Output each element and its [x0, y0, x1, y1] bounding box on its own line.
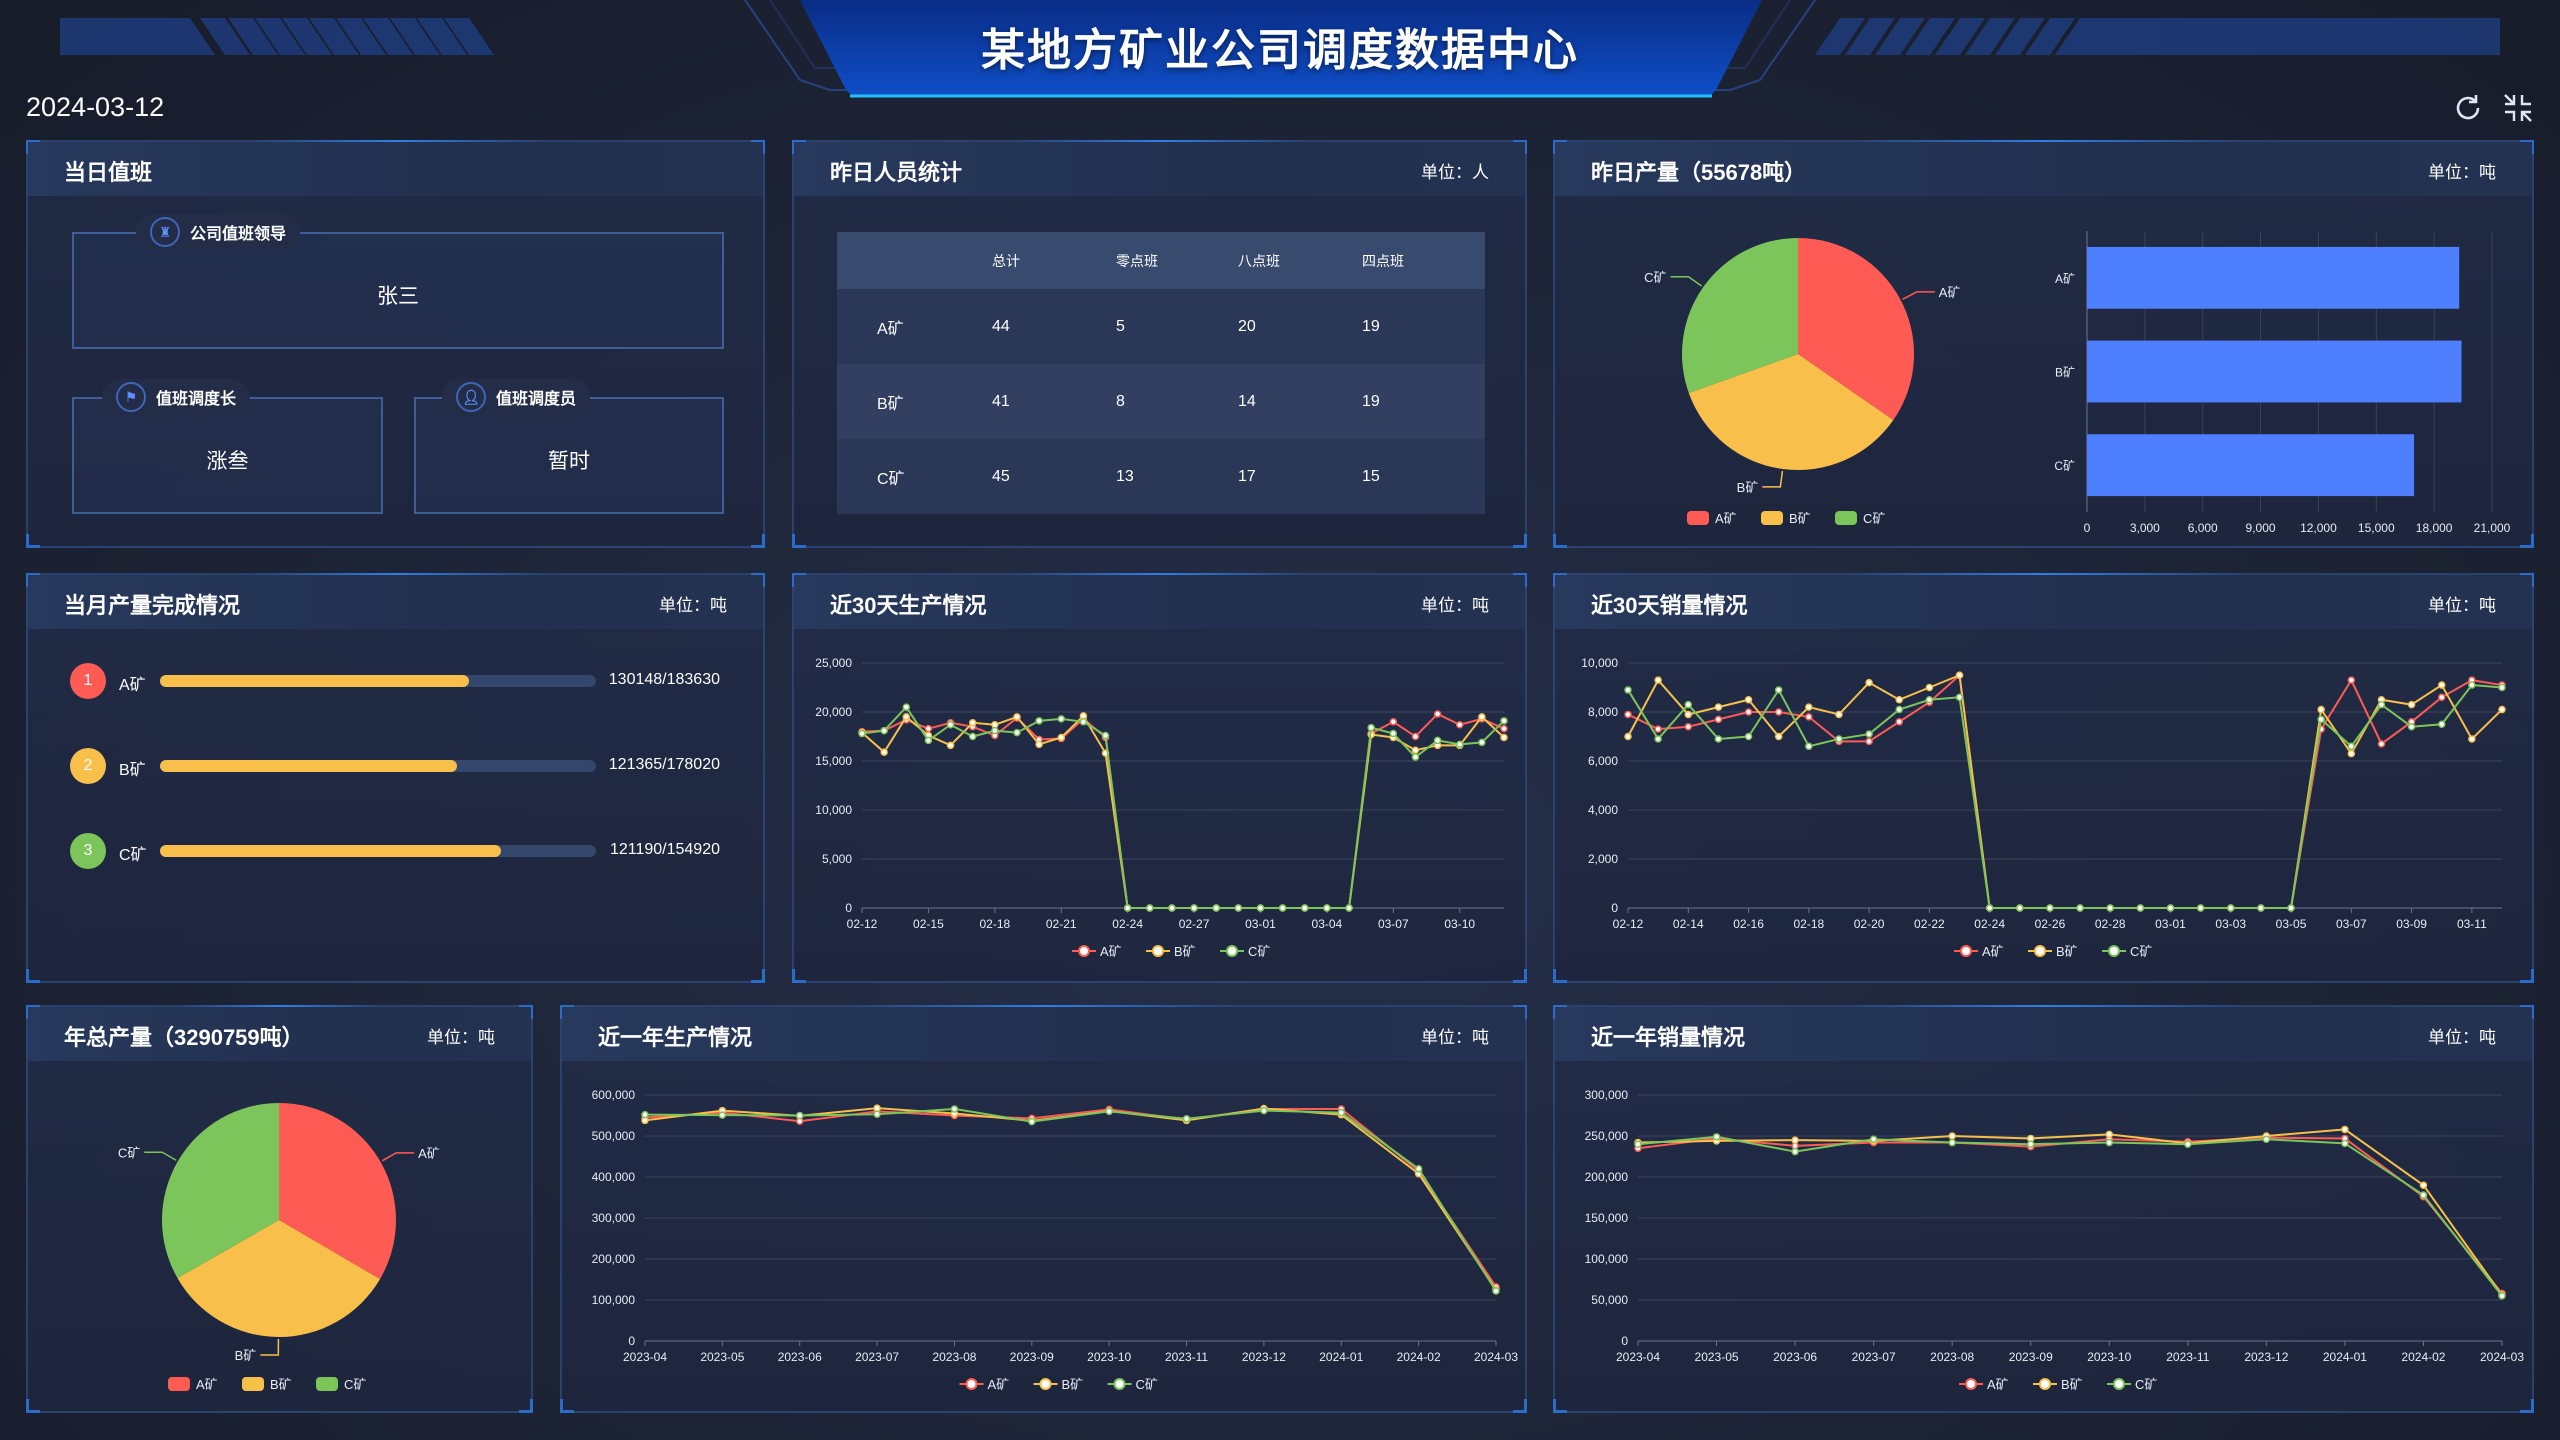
flag-icon: ⚑: [116, 382, 146, 412]
rank-badge: 2: [70, 748, 106, 784]
row-mine: C矿: [877, 470, 905, 488]
table-row: B矿 41 8 14 19: [837, 364, 1485, 439]
chief-label-text: 值班调度长: [156, 391, 237, 408]
table-header: 总计 零点班 八点班 四点班: [837, 232, 1485, 289]
unit-label: 单位：吨: [1421, 596, 1489, 615]
progress-bar: [160, 675, 596, 687]
panel-title: 近一年销量情况: [1591, 1025, 1746, 1050]
progress-row: 2 B矿 121365/178020: [28, 748, 763, 784]
progress-value: 121190/154920: [609, 841, 720, 858]
unit-label: 单位：吨: [2428, 596, 2496, 615]
mine-label: C矿: [119, 847, 147, 864]
progress-row: 1 A矿 130148/183630: [28, 663, 763, 699]
panel-title: 近30天销量情况: [1591, 593, 1748, 618]
progress-row: 3 C矿 121190/154920: [28, 833, 763, 869]
monthly-progress-panel: 当月产量完成情况 单位：吨 1 A矿 130148/183630 2 B矿 121…: [26, 573, 765, 983]
refresh-icon[interactable]: [2452, 92, 2484, 124]
unit-label: 单位：吨: [2428, 1028, 2496, 1047]
cell: 14: [1238, 392, 1256, 410]
cell: 15: [1362, 467, 1380, 485]
cell: 13: [1116, 467, 1134, 485]
cell: 45: [992, 467, 1010, 485]
unit-label: 单位：吨: [659, 596, 727, 615]
current-date: 2024-03-12: [26, 92, 165, 122]
production-30d-panel: 近30天生产情况 单位：吨: [792, 573, 1527, 983]
progress-bar: [160, 760, 596, 772]
panel-title: 近30天生产情况: [830, 593, 987, 618]
cell: 5: [1116, 317, 1125, 335]
staff-table: 总计 零点班 八点班 四点班 A矿 44 5 20 19 B矿 41 8 14 …: [837, 232, 1485, 514]
leader-name: 张三: [377, 285, 419, 308]
dispatcher-label: 👤︎ 值班调度员: [442, 379, 591, 415]
staff-panel: 昨日人员统计 单位：人 总计 零点班 八点班 四点班 A矿 44 5 20 19 …: [792, 140, 1527, 548]
column-header: 总计: [992, 252, 1020, 269]
unit-label: 单位：吨: [1421, 1028, 1489, 1047]
unit-label: 单位：人: [1421, 163, 1489, 182]
panel-title: 近一年生产情况: [598, 1025, 753, 1050]
panel-title: 当月产量完成情况: [64, 593, 241, 618]
progress-fill: [160, 845, 502, 857]
year-output-panel: 年总产量（3290759吨） 单位：吨: [26, 1005, 533, 1413]
progress-fill: [160, 760, 458, 772]
column-header: 四点班: [1362, 252, 1404, 269]
progress-bar: [160, 845, 596, 857]
production-12m-panel: 近一年生产情况 单位：吨: [560, 1005, 1527, 1413]
rank-badge: 3: [70, 833, 106, 869]
sales-12m-panel: 近一年销量情况 单位：吨: [1553, 1005, 2534, 1413]
cell: 44: [992, 317, 1010, 335]
mine-label: A矿: [119, 677, 146, 694]
dispatcher-label-text: 值班调度员: [496, 391, 577, 408]
cell: 19: [1362, 317, 1380, 335]
progress-value: 121365/178020: [608, 756, 720, 773]
row-mine: B矿: [877, 395, 904, 413]
cell: 41: [992, 392, 1010, 410]
progress-fill: [160, 675, 469, 687]
chief-label: ⚑ 值班调度长: [102, 379, 251, 415]
badge-icon: ♜: [150, 217, 180, 247]
mine-label: B矿: [119, 762, 146, 779]
page-title: 某地方矿业公司调度数据中心: [981, 26, 1579, 75]
leader-label-text: 公司值班领导: [190, 226, 287, 243]
table-row: A矿 44 5 20 19: [837, 289, 1485, 364]
dispatcher-name: 暂时: [548, 450, 590, 473]
unit-label: 单位：吨: [2428, 163, 2496, 182]
column-header: 八点班: [1238, 252, 1280, 269]
duty-panel: 当日值班 张三 ♜ 公司值班领导 涨叁 ⚑ 值班调度长 暂时 👤︎ 值班调度员: [26, 140, 765, 548]
sales-30d-panel: 近30天销量情况 单位：吨: [1553, 573, 2534, 983]
progress-value: 130148/183630: [608, 671, 720, 688]
unit-label: 单位：吨: [427, 1028, 495, 1047]
panel-title: 昨日人员统计: [830, 160, 963, 185]
cell: 20: [1238, 317, 1256, 335]
cell: 8: [1116, 392, 1125, 410]
cell: 19: [1362, 392, 1380, 410]
rank-badge: 1: [70, 663, 106, 699]
row-mine: A矿: [877, 320, 904, 338]
dashboard: 某地方矿业公司调度数据中心 2024-03-12 当日值班 张三 ♜ 公司值班领导…: [0, 0, 2560, 1440]
fullscreen-exit-icon[interactable]: [2502, 92, 2534, 124]
column-header: 零点班: [1116, 252, 1158, 269]
yesterday-output-panel: 昨日产量（55678吨） 单位：吨: [1553, 140, 2534, 548]
leader-label: ♜ 公司值班领导: [136, 214, 301, 250]
chief-name: 涨叁: [206, 450, 249, 473]
user-icon: 👤︎: [456, 382, 486, 412]
table-row: C矿 45 13 17 15: [837, 439, 1485, 514]
cell: 17: [1238, 467, 1256, 485]
panel-title: 昨日产量（55678吨）: [1591, 160, 1807, 185]
panel-title: 年总产量（3290759吨）: [64, 1025, 304, 1050]
panel-title: 当日值班: [64, 160, 153, 185]
